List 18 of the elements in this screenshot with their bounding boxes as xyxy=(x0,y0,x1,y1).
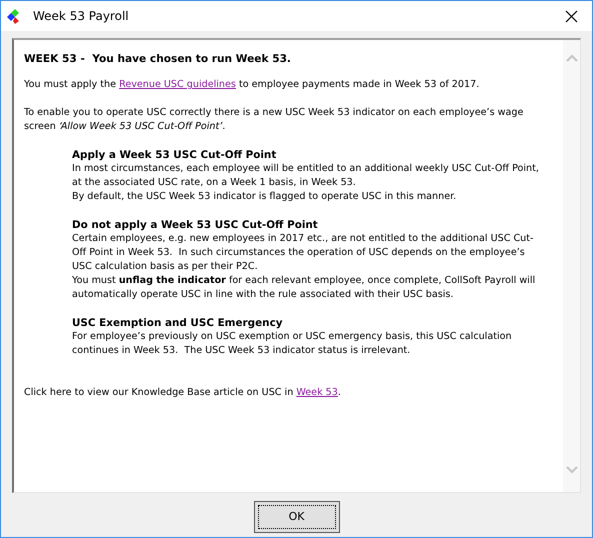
scroll-down-icon[interactable] xyxy=(566,466,578,474)
section-title: USC Exemption and USC Emergency xyxy=(72,316,284,330)
paragraph: For employee’s previously on USC exemption or USC emergency basis, this USC calculation continues in Week 53. The USC Week 53 indicator status is irrelevant. xyxy=(72,330,513,358)
scrollbar[interactable] xyxy=(563,40,580,492)
section-title: Apply a Week 53 USC Cut-Off Point xyxy=(72,148,278,162)
ok-button[interactable]: OK xyxy=(254,501,340,533)
paragraph: You must apply the Revenue USC guidelines to employee payments made in Week 53 of 2017. xyxy=(24,78,480,92)
paragraph: In most circumstances, each employee will be entitled to an additional weekly USC Cut-Off Point, at the associated USC rate, on a Week 1 basis, in Week 53. By default, the USC Week 53 indicator is flagged to operate USC in this manner. xyxy=(72,162,540,204)
paragraph: To enable you to operate USC correctly there is a new USC Week 53 indicator on each employee’s wage screen ‘Allow Week 53 USC Cut-Off Point’. xyxy=(24,106,524,134)
window-title: Week 53 Payroll xyxy=(33,8,129,25)
link[interactable]: Week 53 xyxy=(296,387,338,398)
link[interactable]: Revenue USC guidelines xyxy=(119,79,236,90)
close-icon[interactable] xyxy=(565,10,578,22)
paragraph: Click here to view our Knowledge Base article on USC in Week 53. xyxy=(24,386,342,400)
section-title: Do not apply a Week 53 USC Cut-Off Point xyxy=(72,218,319,232)
heading: WEEK 53 - You have chosen to run Week 53. xyxy=(24,52,292,66)
paragraph: Certain employees, e.g. new employees in 2017 etc., are not entitled to the additional USC Cut- Off Point in Week 53. In such circumstances the operation of USC depends on the employee’s USC calculation basis as per their P2C. You must unflag the indicator for each relevant employee, once complete, CollSoft Payroll will automatically operate USC in line with the rule associated with their USC basis. xyxy=(72,232,536,302)
scroll-up-icon[interactable] xyxy=(566,54,578,62)
